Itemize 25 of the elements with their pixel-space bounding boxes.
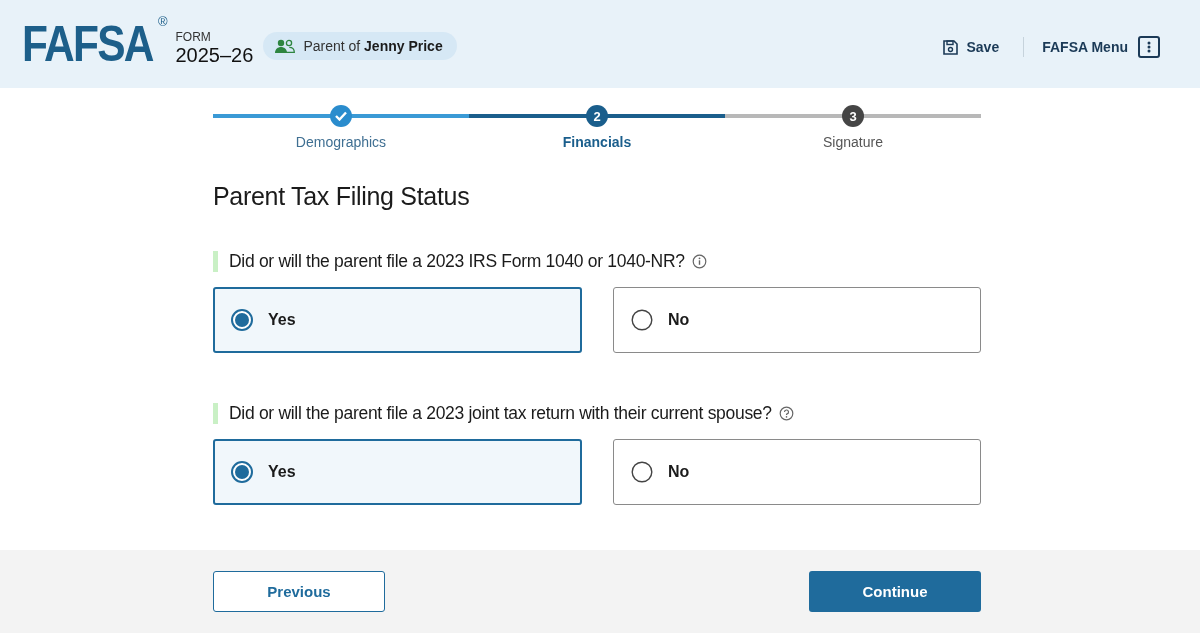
people-icon [275,39,296,53]
page-title: Parent Tax Filing Status [213,182,471,211]
save-button[interactable]: Save [937,38,1006,56]
role-text: Parent of Jenny Price [303,38,443,54]
step-label: Demographics [295,134,387,150]
fafsa-menu-button[interactable]: FAFSA Menu [1042,36,1160,58]
more-icon [1138,36,1160,58]
fafsa-logo: FAFSA [22,19,153,69]
info-icon[interactable] [691,254,707,269]
help-icon[interactable] [778,406,794,421]
step-marker: 2 [586,105,608,127]
continue-button[interactable]: Continue [809,571,981,612]
step-label: Financials [562,134,632,150]
registered-mark: ® [157,14,168,29]
form-year: 2025–26 [175,43,254,67]
question-text: Did or will the parent file a 2023 IRS Form 1040 or 1040-NR? [229,251,685,272]
radio-option[interactable]: No [613,439,981,505]
step-label: Signature [823,134,883,150]
form-label: FORM [175,29,212,44]
radio-option[interactable]: No [613,287,981,353]
radio-option[interactable]: Yes [213,287,582,353]
radio-option[interactable]: Yes [213,439,582,505]
question-text: Did or will the parent file a 2023 joint tax return with their current spouse? [229,403,772,424]
step-marker: 3 [842,105,864,127]
previous-button[interactable]: Previous [213,571,385,612]
